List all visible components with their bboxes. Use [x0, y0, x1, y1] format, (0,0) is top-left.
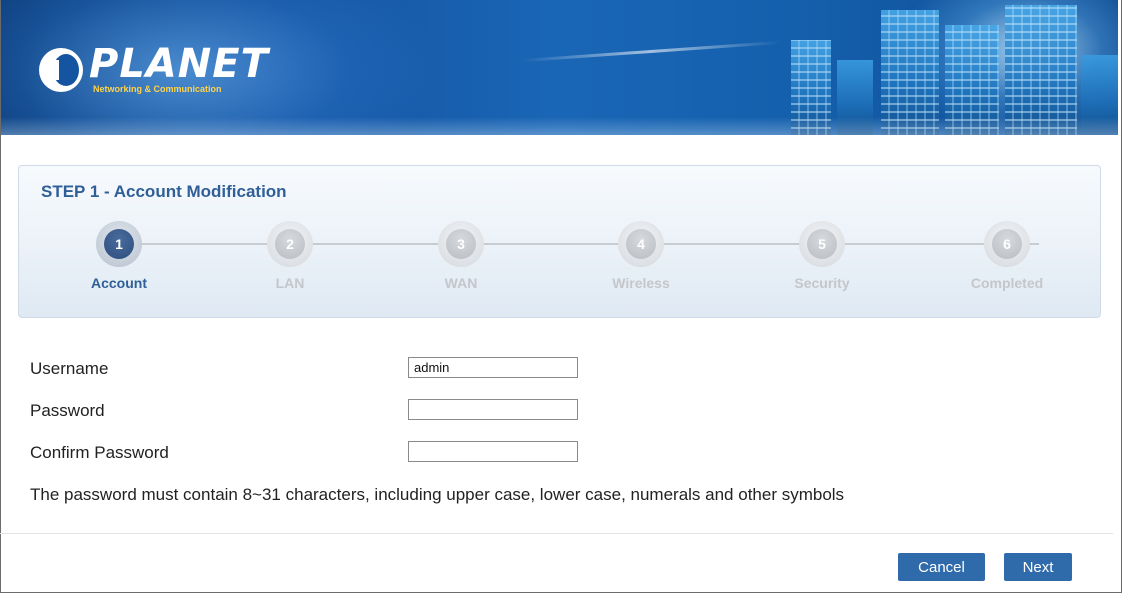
- step-number: 1: [104, 229, 134, 259]
- logo-wordmark: PLANET: [89, 41, 269, 87]
- step-wan: 3 WAN: [391, 221, 531, 291]
- step-label: Completed: [970, 275, 1044, 291]
- step-number: 5: [807, 229, 837, 259]
- step-lan: 2 LAN: [220, 221, 360, 291]
- cancel-button[interactable]: Cancel: [898, 553, 985, 581]
- password-input[interactable]: [408, 399, 578, 420]
- step-wireless: 4 Wireless: [571, 221, 711, 291]
- password-label: Password: [30, 401, 105, 420]
- wizard-title: STEP 1 - Account Modification: [41, 182, 287, 201]
- planet-logo-icon: [39, 48, 83, 92]
- confirm-password-input[interactable]: [408, 441, 578, 462]
- step-label: WAN: [444, 275, 478, 291]
- footer-divider: [0, 533, 1113, 534]
- step-completed: 6 Completed: [937, 221, 1077, 291]
- step-number: 3: [446, 229, 476, 259]
- step-label: Account: [91, 275, 147, 291]
- step-number: 2: [275, 229, 305, 259]
- username-row: Username: [30, 355, 930, 385]
- step-label: Security: [794, 275, 850, 291]
- step-security: 5 Security: [752, 221, 892, 291]
- confirm-password-row: Confirm Password: [30, 439, 930, 469]
- password-requirements-note: The password must contain 8~31 character…: [30, 485, 845, 504]
- step-label: LAN: [275, 275, 305, 291]
- logo-tagline: Networking & Communication: [93, 84, 222, 94]
- header-banner: PLANET Networking & Communication: [1, 0, 1118, 135]
- confirm-password-label: Confirm Password: [30, 443, 169, 462]
- username-input[interactable]: [408, 357, 578, 378]
- step-number: 4: [626, 229, 656, 259]
- username-label: Username: [30, 359, 109, 378]
- setup-wizard-panel: STEP 1 - Account Modification 1 Account …: [18, 165, 1101, 318]
- step-number: 6: [992, 229, 1022, 259]
- password-row: Password: [30, 397, 930, 427]
- step-label: Wireless: [612, 275, 670, 291]
- building-graphic: [1005, 5, 1077, 135]
- next-button[interactable]: Next: [1004, 553, 1072, 581]
- step-account: 1 Account: [49, 221, 189, 291]
- wizard-steps: 1 Account 2 LAN 3 WAN 4 Wireless 5 Secur…: [19, 221, 1100, 301]
